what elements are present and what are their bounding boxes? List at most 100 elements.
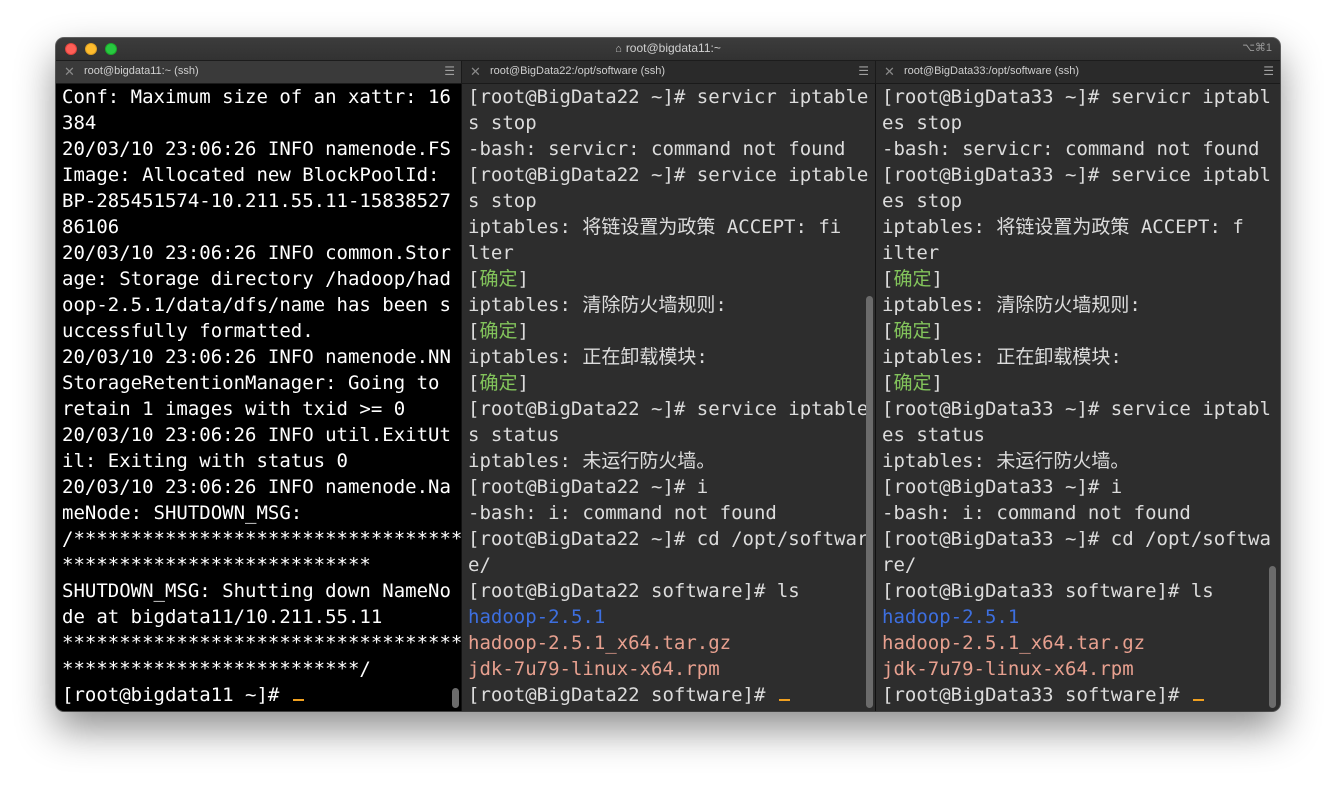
output-line: 86106 — [62, 216, 120, 238]
output-line: [root@BigData33 software]# ls — [882, 580, 1214, 602]
ok-status-text: 确定 — [893, 268, 932, 290]
tab-bigdata11[interactable]: ✕ root@bigdata11:~ (ssh) ☰ — [56, 61, 462, 83]
ok-status-line: [确定] — [468, 320, 529, 342]
ls-directory-entry: hadoop-2.5.1 — [882, 606, 1020, 628]
output-line: [root@BigData22 software]# ls — [468, 580, 800, 602]
terminal-pane-bigdata11[interactable]: Conf: Maximum size of an xattr: 16 384 2… — [56, 84, 461, 711]
output-line: uccessfully formatted. — [62, 320, 314, 342]
tab-bigdata22[interactable]: ✕ root@BigData22:/opt/software (ssh) ☰ — [462, 61, 876, 83]
output-line: re/ — [882, 554, 917, 576]
output-line: iptables: 未运行防火墙。 — [468, 450, 716, 472]
ok-status-text: 确定 — [479, 320, 518, 342]
tab-label: root@BigData33:/opt/software (ssh) — [904, 65, 1080, 77]
hamburger-menu-icon[interactable]: ☰ — [1263, 64, 1274, 78]
output-line: [root@BigData33 ~]# service iptabl — [882, 164, 1271, 186]
text-cursor — [1192, 699, 1204, 701]
output-line: *************************** — [62, 554, 371, 576]
hamburger-menu-icon[interactable]: ☰ — [858, 64, 869, 78]
title-bar: ⌂ root@bigdata11:~ ⌥⌘1 — [56, 38, 1280, 61]
output-line: 20/03/10 23:06:26 INFO namenode.FS — [62, 138, 451, 160]
ok-status-text: 确定 — [479, 268, 518, 290]
close-tab-icon[interactable]: ✕ — [470, 64, 481, 80]
output-line: 20/03/10 23:06:26 INFO common.Stor — [62, 242, 451, 264]
output-line: age: Storage directory /hadoop/had — [62, 268, 451, 290]
ls-directory-entry: hadoop-2.5.1 — [468, 606, 606, 628]
output-line: iptables: 将链设置为政策 ACCEPT: fi — [468, 216, 842, 238]
home-icon: ⌂ — [615, 43, 622, 55]
output-line: es stop — [882, 190, 963, 212]
scrollbar-pane1[interactable] — [452, 688, 459, 708]
output-line: oop-2.5.1/data/dfs/name has been s — [62, 294, 451, 316]
output-line: 20/03/10 23:06:26 INFO namenode.Na — [62, 476, 451, 498]
output-line: 20/03/10 23:06:26 INFO namenode.NN — [62, 346, 451, 368]
text-cursor — [292, 699, 304, 701]
shell-prompt: [root@bigdata11 ~]# — [62, 684, 291, 706]
hamburger-menu-icon[interactable]: ☰ — [444, 64, 455, 78]
output-line: es stop — [882, 112, 963, 134]
ok-status-text: 确定 — [479, 372, 518, 394]
ok-status-line: [确定] — [882, 268, 943, 290]
output-line: iptables: 正在卸载模块: — [882, 346, 1122, 368]
output-line: [root@BigData22 ~]# cd /opt/softwar — [468, 528, 869, 550]
ok-status-line: [确定] — [882, 372, 943, 394]
ls-file-entry: hadoop-2.5.1_x64.tar.gz — [468, 632, 732, 654]
output-line: es status — [882, 424, 985, 446]
shell-prompt: [root@BigData22 software]# — [468, 684, 777, 706]
tab-bar: ✕ root@bigdata11:~ (ssh) ☰ ✕ root@BigDat… — [56, 61, 1280, 84]
output-line: StorageRetentionManager: Going to — [62, 372, 440, 394]
output-line: [root@BigData22 ~]# service iptable — [468, 164, 869, 186]
terminal-pane-bigdata33[interactable]: [root@BigData33 ~]# servicr iptabl es st… — [876, 84, 1280, 711]
output-line: de at bigdata11/10.211.55.11 — [62, 606, 383, 628]
output-line: meNode: SHUTDOWN_MSG: — [62, 502, 303, 524]
output-line: [root@BigData33 ~]# i — [882, 476, 1123, 498]
output-line: [root@BigData33 ~]# service iptabl — [882, 398, 1271, 420]
terminal-window: ⌂ root@bigdata11:~ ⌥⌘1 ✕ root@bigdata11:~… — [56, 38, 1280, 711]
ok-status-text: 确定 — [893, 372, 932, 394]
output-line: retain 1 images with txid >= 0 — [62, 398, 406, 420]
window-title: ⌂ root@bigdata11:~ — [615, 41, 721, 55]
output-line: iptables: 清除防火墙规则: — [882, 294, 1141, 316]
window-shortcut: ⌥⌘1 — [1242, 42, 1272, 54]
output-line: lter — [468, 242, 514, 264]
output-line: [root@BigData33 ~]# cd /opt/softwa — [882, 528, 1271, 550]
output-line: 20/03/10 23:06:26 INFO util.ExitUt — [62, 424, 451, 446]
output-line: -bash: servicr: command not found — [882, 138, 1260, 160]
ok-status-line: [确定] — [468, 268, 529, 290]
output-line: [root@BigData22 ~]# i — [468, 476, 709, 498]
output-line: [root@BigData33 ~]# servicr iptabl — [882, 86, 1271, 108]
ls-file-entry: jdk-7u79-linux-x64.rpm — [468, 658, 720, 680]
output-line: Conf: Maximum size of an xattr: 16 — [62, 86, 451, 108]
output-line: iptables: 未运行防火墙。 — [882, 450, 1130, 472]
prompt-line[interactable]: [root@bigdata11 ~]# — [62, 682, 461, 708]
ls-file-entry: jdk-7u79-linux-x64.rpm — [882, 658, 1134, 680]
tab-bigdata33[interactable]: ✕ root@BigData33:/opt/software (ssh) ☰ — [876, 61, 1280, 83]
output-line: -bash: i: command not found — [882, 502, 1191, 524]
close-tab-icon[interactable]: ✕ — [884, 64, 895, 80]
output-line: il: Exiting with status 0 — [62, 450, 348, 472]
prompt-line[interactable]: [root@BigData33 software]# — [882, 682, 1280, 708]
scrollbar-pane3[interactable] — [1269, 566, 1276, 708]
ok-status-text: 确定 — [893, 320, 932, 342]
output-line: [root@BigData22 ~]# servicr iptable — [468, 86, 869, 108]
terminal-pane-bigdata22[interactable]: [root@BigData22 ~]# servicr iptable s st… — [462, 84, 875, 711]
output-line: e/ — [468, 554, 491, 576]
output-line: ilter — [882, 242, 940, 264]
output-line: s stop — [468, 190, 537, 212]
output-line: -bash: i: command not found — [468, 502, 777, 524]
output-line: *********************************** — [62, 632, 461, 654]
ok-status-line: [确定] — [882, 320, 943, 342]
tab-label: root@BigData22:/opt/software (ssh) — [490, 65, 666, 77]
close-tab-icon[interactable]: ✕ — [64, 64, 75, 80]
output-line: iptables: 正在卸载模块: — [468, 346, 708, 368]
scrollbar-pane2[interactable] — [866, 296, 873, 708]
output-line: s stop — [468, 112, 537, 134]
prompt-line[interactable]: [root@BigData22 software]# — [468, 682, 875, 708]
output-line: s status — [468, 424, 560, 446]
output-line: SHUTDOWN_MSG: Shutting down NameNo — [62, 580, 451, 602]
output-line: 384 — [62, 112, 97, 134]
output-line: iptables: 清除防火墙规则: — [468, 294, 727, 316]
tab-label: root@bigdata11:~ (ssh) — [84, 65, 199, 77]
output-line: **************************/ — [62, 658, 371, 680]
output-line: Image: Allocated new BlockPoolId: — [62, 164, 440, 186]
output-line: [root@BigData22 ~]# service iptable — [468, 398, 869, 420]
